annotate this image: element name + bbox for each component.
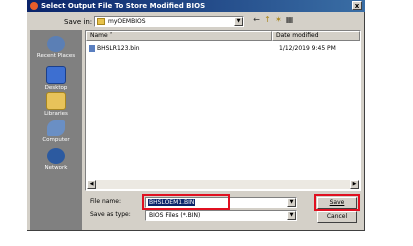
- place-libraries[interactable]: Libraries: [30, 92, 82, 117]
- network-icon: [47, 148, 65, 164]
- close-button[interactable]: x: [352, 1, 362, 10]
- desktop-icon: [46, 66, 66, 84]
- computer-icon: [47, 120, 65, 136]
- scroll-left-icon[interactable]: ◀: [87, 180, 96, 189]
- places-bar: Recent Places Desktop Libraries Computer…: [30, 30, 82, 230]
- file-name-label: File name:: [90, 198, 121, 205]
- folder-icon: [97, 18, 105, 25]
- title-bar: Select Output File To Store Modified BIO…: [27, 0, 365, 12]
- new-folder-icon[interactable]: ✶: [274, 16, 283, 24]
- column-date-label: Date modified: [276, 32, 319, 39]
- file-date: 1/12/2019 9:45 PM: [279, 45, 336, 52]
- scroll-right-icon[interactable]: ▶: [350, 180, 359, 189]
- column-header-date[interactable]: Date modified: [272, 31, 360, 41]
- save-as-type-value: BIOS Files (*.BIN): [149, 212, 201, 219]
- place-recent-places[interactable]: Recent Places: [30, 36, 82, 59]
- save-in-label: Save in:: [64, 18, 93, 26]
- up-folder-icon[interactable]: ↑: [263, 16, 272, 24]
- place-label: Network: [44, 165, 68, 171]
- file-icon: [89, 45, 95, 52]
- place-computer[interactable]: Computer: [30, 120, 82, 143]
- column-name-label: Name: [90, 32, 108, 39]
- place-desktop[interactable]: Desktop: [30, 66, 82, 91]
- highlight-box-save: [314, 194, 360, 211]
- file-row[interactable]: BHSLR123.bin: [89, 44, 140, 53]
- chevron-down-icon[interactable]: ▼: [234, 17, 243, 26]
- place-label: Libraries: [44, 111, 68, 117]
- highlight-box-filename: [142, 194, 230, 210]
- chevron-down-icon[interactable]: ▼: [287, 211, 296, 220]
- save-as-type-label: Save as type:: [90, 211, 131, 218]
- place-network[interactable]: Network: [30, 148, 82, 171]
- cancel-label: Cancel: [326, 213, 348, 220]
- save-in-value: myOEMBIOS: [108, 18, 146, 25]
- chevron-down-icon[interactable]: ▼: [287, 198, 296, 207]
- views-menu-icon[interactable]: ▦: [285, 16, 294, 24]
- file-list[interactable]: Name ˄ Date modified BHSLR123.bin 1/12/2…: [85, 30, 361, 191]
- column-header-name[interactable]: Name ˄: [86, 31, 272, 41]
- back-icon[interactable]: ←: [252, 16, 261, 24]
- save-in-combo[interactable]: myOEMBIOS ▼: [94, 16, 244, 27]
- horizontal-scrollbar[interactable]: ◀ ▶: [87, 180, 359, 189]
- place-label: Computer: [42, 137, 70, 143]
- place-label: Desktop: [44, 85, 68, 91]
- recent-places-icon: [47, 36, 65, 52]
- window-title: Select Output File To Store Modified BIO…: [41, 2, 206, 10]
- libraries-icon: [46, 92, 66, 110]
- sort-arrow-icon: ˄: [109, 32, 113, 39]
- file-name: BHSLR123.bin: [97, 45, 140, 52]
- save-dialog: Select Output File To Store Modified BIO…: [27, 0, 365, 231]
- app-icon: [30, 2, 38, 10]
- cancel-button[interactable]: Cancel: [317, 211, 357, 223]
- save-as-type-select[interactable]: BIOS Files (*.BIN) ▼: [145, 210, 297, 221]
- place-label: Recent Places: [36, 53, 76, 59]
